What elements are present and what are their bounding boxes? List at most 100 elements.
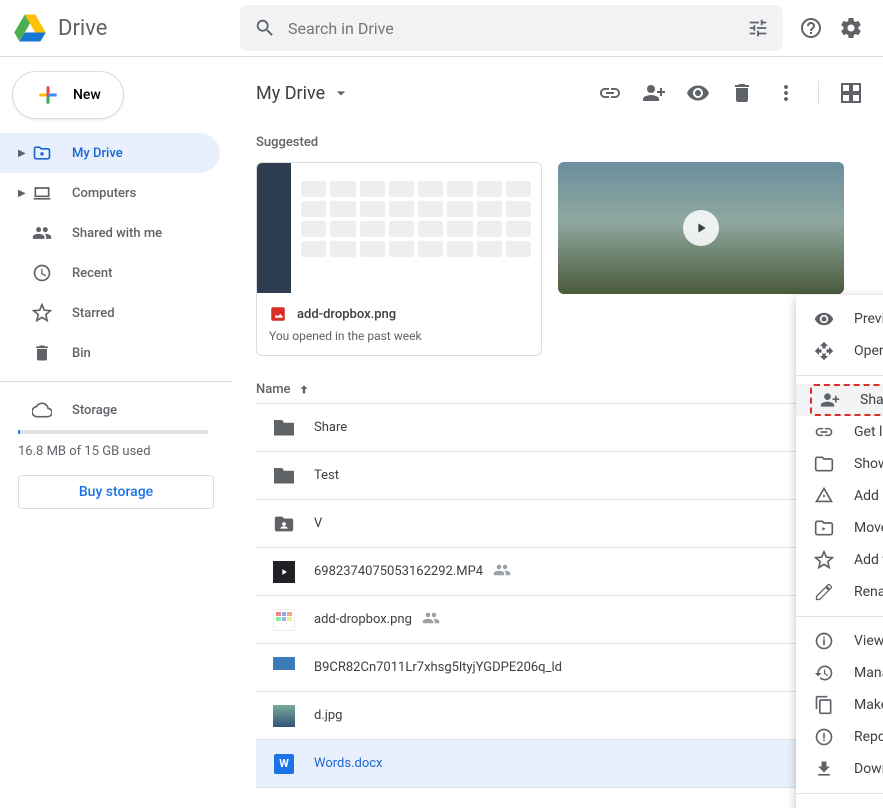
menu-item-label: Get link [854,424,883,440]
divider [0,381,232,382]
rename-icon [812,580,836,604]
search-input[interactable] [288,19,747,38]
get-link-button[interactable] [590,73,630,113]
menu-item-move-to[interactable]: Move to [796,512,883,544]
menu-item-show-file-location[interactable]: Show file location [796,448,883,480]
sidebar-item-recent[interactable]: ▶Recent [0,253,220,293]
menu-item-share[interactable]: Share [796,384,883,416]
remove-button[interactable] [722,73,762,113]
nav-label: Bin [72,346,91,361]
menu-item-get-link[interactable]: Get link [796,416,883,448]
help-icon [799,16,823,40]
file-row[interactable]: Test [256,452,871,500]
storage-bar [18,430,208,434]
search-bar[interactable] [240,5,783,51]
file-type-icon [272,560,296,584]
list-header[interactable]: Name [256,376,871,404]
file-row[interactable]: V [256,500,871,548]
share-button[interactable] [634,73,674,113]
file-name: 6982374075053162292.MP4 [314,564,483,579]
suggested-card[interactable]: add-dropbox.png You opened in the past w… [256,162,542,356]
caret-icon: ▶ [18,148,28,159]
file-name: B9CR82Cn7011Lr7xhsg5ltyjYGDPE206q_ld [314,660,562,675]
file-row[interactable]: WWords.docx [256,740,871,788]
menu-item-remove[interactable]: Remove [796,802,883,808]
file-name: Test [314,468,339,483]
thumbnail [558,162,844,294]
computers-icon [30,181,54,205]
nav-label: Shared with me [72,226,162,241]
grid-view-button[interactable] [831,73,871,113]
menu-item-manage-versions[interactable]: Manage versions [796,657,883,689]
suggested-label: Suggested [256,135,871,150]
menu-item-add-to-starred[interactable]: Add to Starred [796,544,883,576]
shortcut-icon [812,484,836,508]
file-type-icon [272,512,296,536]
menu-item-label: Preview [854,311,883,327]
trash-icon [730,81,754,105]
cloud-icon [30,398,54,422]
tune-icon[interactable] [747,17,769,39]
sidebar-item-starred[interactable]: ▶Starred [0,293,220,333]
header: Drive [0,0,883,57]
content: My Drive Suggested [232,57,883,808]
file-type-icon [272,704,296,728]
menu-item-rename[interactable]: Rename [796,576,883,608]
more-button[interactable] [766,73,806,113]
sidebar-item-my-drive[interactable]: ▶ My Drive [0,133,220,173]
menu-item-add-a-shortcut-to-drive[interactable]: Add a shortcut to Drive [796,480,883,512]
sidebar-item-computers[interactable]: ▶Computers [0,173,220,213]
suggested-card[interactable] [558,162,844,294]
preview-button[interactable] [678,73,718,113]
search-icon [254,17,276,39]
menu-item-label: Download [854,761,883,777]
link-icon [812,420,836,444]
moveto-icon [812,516,836,540]
nav-label: Computers [72,186,136,201]
recent-icon [30,261,54,285]
sidebar-item-shared-with-me[interactable]: ▶Shared with me [0,213,220,253]
app-name: Drive [58,16,107,41]
menu-item-view-details[interactable]: View details [796,625,883,657]
file-row[interactable]: add-dropbox.png [256,596,871,644]
shared-icon [30,221,54,245]
menu-item-open-with[interactable]: Open with› [796,335,883,367]
star-icon [812,548,836,572]
menu-item-download[interactable]: Download [796,753,883,785]
file-name: Words.docx [314,756,383,771]
menu-item-label: Manage versions [854,665,883,681]
toolbar [590,73,871,113]
separator [818,81,819,105]
file-name: V [314,516,322,531]
details-icon [812,629,836,653]
menu-item-label: Report abuse [854,729,883,745]
share-icon [818,388,842,412]
file-name: add-dropbox.png [314,612,412,627]
file-row[interactable]: 6982374075053162292.MP4 [256,548,871,596]
new-button[interactable]: New [12,71,124,119]
file-type-icon [272,608,296,632]
buy-storage-button[interactable]: Buy storage [18,475,214,509]
menu-item-label: Share [860,392,883,408]
shared-icon [422,609,440,631]
help-button[interactable] [791,8,831,48]
menu-item-make-a-copy[interactable]: Make a copy [796,689,883,721]
nav-label: My Drive [72,146,123,161]
sidebar-item-storage[interactable]: Storage [0,390,220,430]
menu-item-report-abuse[interactable]: Report abuse [796,721,883,753]
grid-icon [839,81,863,105]
sidebar: New ▶ My Drive ▶Computers▶Shared with me▶R… [0,57,232,808]
menu-item-label: Add to Starred [854,552,883,568]
breadcrumb[interactable]: My Drive [256,83,351,104]
settings-button[interactable] [831,8,871,48]
menu-item-preview[interactable]: Preview [796,303,883,335]
sort-up-icon [297,383,311,397]
logo-area[interactable]: Drive [12,10,240,46]
openwith-icon [812,339,836,363]
file-row[interactable]: Share [256,404,871,452]
file-row[interactable]: d.jpg [256,692,871,740]
download-icon [812,757,836,781]
sidebar-item-bin[interactable]: ▶Bin [0,333,220,373]
file-row[interactable]: B9CR82Cn7011Lr7xhsg5ltyjYGDPE206q_ld [256,644,871,692]
report-icon [812,725,836,749]
